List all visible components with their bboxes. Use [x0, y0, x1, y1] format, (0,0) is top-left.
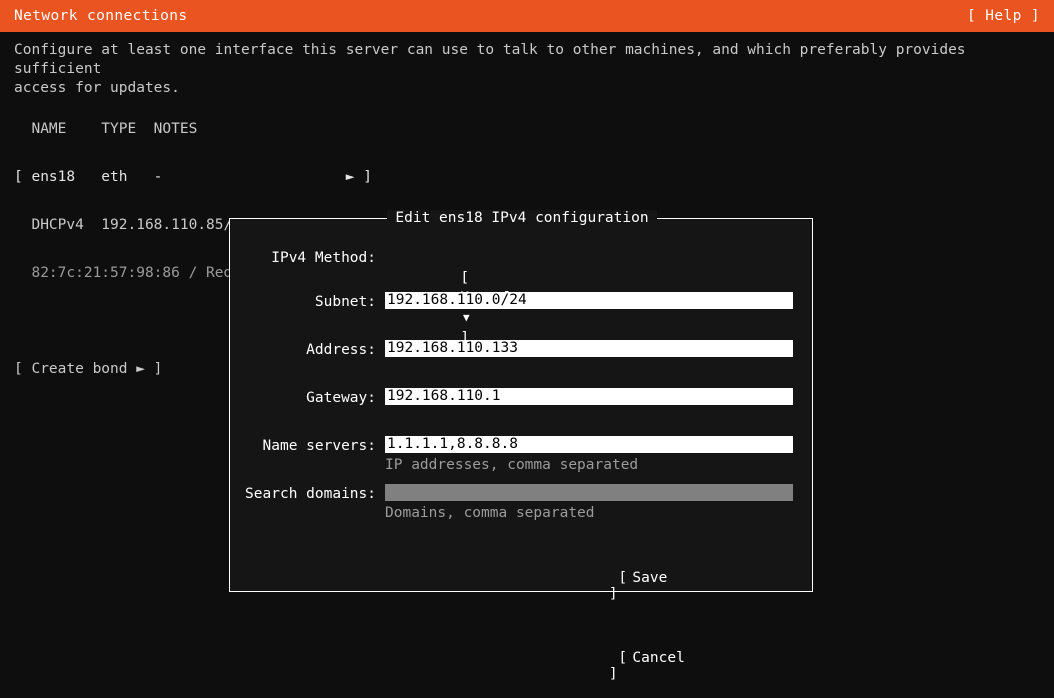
- search-domains-input[interactable]: [385, 484, 793, 501]
- interface-row-ens18[interactable]: [ ens18 eth - ► ]: [14, 169, 529, 185]
- subnet-label: Subnet:: [230, 292, 376, 312]
- search-domains-hint: Domains, comma separated: [385, 505, 595, 521]
- save-bracket-right: ]: [609, 586, 618, 602]
- search-domains-row: Search domains: Domains, comma separated: [230, 484, 814, 522]
- gateway-input[interactable]: [385, 388, 793, 405]
- address-row: Address:: [230, 340, 814, 360]
- gateway-label: Gateway:: [230, 388, 376, 408]
- ipv4-method-row: IPv4 Method: [ Manual ▼ ]: [230, 248, 814, 268]
- cancel-bracket-right: ]: [609, 666, 618, 682]
- cancel-button[interactable]: [Cancel]: [230, 618, 814, 698]
- cancel-button-inner: [Cancel]: [514, 634, 618, 682]
- name-servers-hint: IP addresses, comma separated: [385, 457, 638, 473]
- save-button[interactable]: [Save]: [230, 538, 814, 618]
- address-label: Address:: [230, 340, 376, 360]
- save-button-label: Save: [632, 570, 667, 586]
- page-title: Network connections: [14, 8, 187, 24]
- save-button-inner: [Save]: [514, 554, 618, 602]
- subnet-row: Subnet:: [230, 292, 814, 312]
- ipv4-method-label: IPv4 Method:: [230, 248, 376, 268]
- interface-table-header: NAME TYPE NOTES: [14, 121, 529, 137]
- save-bracket-left: [: [618, 570, 632, 586]
- name-servers-input[interactable]: [385, 436, 793, 453]
- title-bar: Network connections [ Help ]: [0, 0, 1054, 32]
- dialog-button-group: [Save] [Cancel]: [230, 538, 814, 698]
- name-servers-row: Name servers: IP addresses, comma separa…: [230, 436, 814, 474]
- name-servers-label: Name servers:: [230, 436, 376, 456]
- help-button[interactable]: [ Help ]: [967, 8, 1040, 24]
- installer-screen: Network connections [ Help ] Configure a…: [0, 0, 1054, 664]
- search-domains-label: Search domains:: [230, 484, 376, 504]
- edit-ipv4-dialog: Edit ens18 IPv4 configuration IPv4 Metho…: [229, 218, 813, 592]
- subnet-input[interactable]: [385, 292, 793, 309]
- dropdown-open-bracket: [: [460, 268, 469, 288]
- dialog-body: IPv4 Method: [ Manual ▼ ] Subnet: Addres…: [230, 219, 812, 591]
- address-input[interactable]: [385, 340, 793, 357]
- gateway-row: Gateway:: [230, 388, 814, 408]
